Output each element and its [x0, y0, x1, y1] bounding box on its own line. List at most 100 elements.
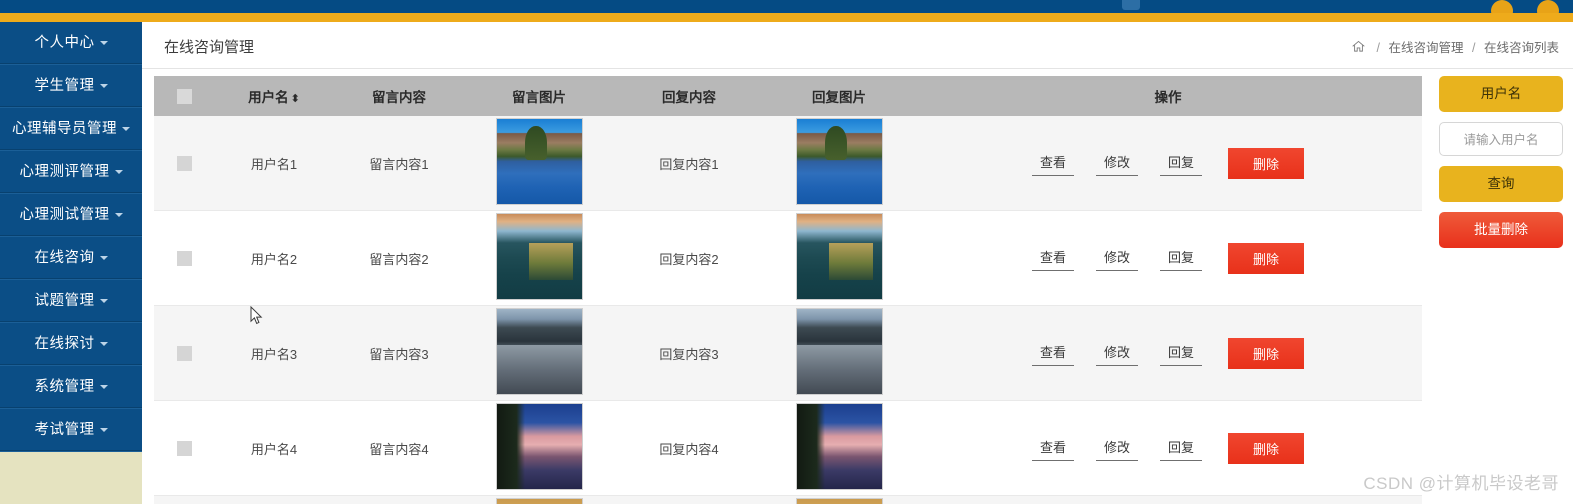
reply-button[interactable]: 回复	[1160, 340, 1203, 366]
batch-delete-button[interactable]: 批量删除	[1439, 212, 1563, 248]
home-icon[interactable]	[1352, 40, 1366, 56]
cell-message-image	[464, 210, 614, 306]
cell-reply-image	[764, 305, 914, 401]
breadcrumb-item-2: 在线咨询列表	[1483, 41, 1559, 55]
column-header-select-all[interactable]	[154, 76, 214, 116]
consultation-table: 用户名⬍ 留言内容 留言图片 回复内容 回复图片 操作 用户名1 留言内容1	[154, 76, 1422, 504]
row-select-cell[interactable]	[154, 495, 214, 504]
sidebar: 个人中心 学生管理 心理辅导员管理 心理测评管理 心理测试管理 在线咨询 试题管…	[0, 22, 142, 504]
message-image-thumbnail[interactable]	[495, 308, 583, 395]
column-label: 留言图片	[512, 90, 566, 105]
delete-button[interactable]: 删除	[1228, 147, 1305, 179]
chevron-down-icon	[99, 84, 108, 89]
header-badge-icon	[1122, 0, 1140, 10]
page-title: 在线咨询管理	[164, 39, 255, 56]
sidebar-item-online-consultation[interactable]: 在线咨询	[0, 237, 142, 280]
search-panel: 用户名 请输入用户名 查询 批量删除	[1439, 76, 1563, 258]
cell-operations: 查看 修改 回复 删除	[914, 495, 1422, 504]
breadcrumb-separator: /	[1376, 41, 1381, 55]
search-input[interactable]: 请输入用户名	[1439, 122, 1563, 156]
consultation-table-wrapper: 用户名⬍ 留言内容 留言图片 回复内容 回复图片 操作 用户名1 留言内容1	[154, 76, 1422, 504]
delete-button[interactable]: 删除	[1228, 337, 1305, 369]
column-header-reply-image: 回复图片	[764, 76, 914, 116]
message-image-thumbnail[interactable]	[495, 403, 583, 490]
message-image-thumbnail[interactable]	[495, 213, 583, 300]
sidebar-item-online-discussion[interactable]: 在线探讨	[0, 323, 142, 366]
sidebar-item-student-management[interactable]: 学生管理	[0, 65, 142, 108]
chevron-down-icon	[99, 256, 108, 261]
message-image-thumbnail[interactable]	[495, 498, 583, 504]
breadcrumb-item-1[interactable]: 在线咨询管理	[1389, 41, 1464, 55]
row-select-cell[interactable]	[154, 210, 214, 306]
reply-image-thumbnail[interactable]	[795, 403, 883, 490]
search-button[interactable]: 查询	[1439, 166, 1563, 202]
reply-button[interactable]: 回复	[1160, 435, 1203, 461]
app-window: 个人中心 学生管理 心理辅导员管理 心理测评管理 心理测试管理 在线咨询 试题管…	[0, 0, 1573, 504]
view-button[interactable]: 查看	[1031, 245, 1074, 271]
chevron-down-icon	[114, 170, 123, 175]
chevron-down-icon	[122, 127, 130, 132]
delete-button[interactable]: 删除	[1228, 432, 1305, 464]
delete-button[interactable]: 删除	[1228, 242, 1305, 274]
sidebar-item-label: 个人中心	[34, 35, 95, 51]
watermark: CSDN @计算机毕设老哥	[1363, 474, 1559, 493]
sidebar-item-question-management[interactable]: 试题管理	[0, 280, 142, 323]
reply-image-thumbnail[interactable]	[795, 118, 883, 205]
sidebar-item-label: 系统管理	[34, 379, 95, 395]
sort-updown-icon[interactable]: ⬍	[291, 94, 300, 105]
view-button[interactable]: 查看	[1031, 435, 1074, 461]
view-button[interactable]: 查看	[1031, 150, 1074, 176]
table-header-row: 用户名 ⬍ 留言内容 留言图片 回复内容 回复图片 操作	[154, 76, 1422, 116]
column-header-operations: 操作	[914, 76, 1422, 116]
table-row: 用户名2 留言内容2 回复内容2 查看 修改 回复 删除	[154, 210, 1422, 306]
cell-reply: 回复内容2	[614, 210, 764, 306]
reply-button[interactable]: 回复	[1160, 245, 1203, 271]
row-select-cell[interactable]	[154, 116, 214, 211]
reply-image-thumbnail[interactable]	[795, 213, 883, 300]
sidebar-item-exam-management[interactable]: 考试管理	[0, 409, 142, 452]
table-row: 用户名4 留言内容4 回复内容4 查看 修改 回复 删除	[154, 400, 1422, 496]
row-select-cell[interactable]	[154, 305, 214, 401]
chevron-down-icon	[114, 213, 123, 218]
row-actions: 查看 修改 回复 删除	[915, 147, 1421, 179]
reply-image-thumbnail[interactable]	[795, 308, 883, 395]
row-checkbox[interactable]	[176, 251, 192, 267]
row-select-cell[interactable]	[154, 400, 214, 496]
row-checkbox[interactable]	[176, 346, 192, 362]
table-body: 用户名1 留言内容1 回复内容1 查看 修改 回复 删除 用户名2 留言内容2 …	[154, 116, 1422, 504]
row-actions: 查看 修改 回复 删除	[915, 242, 1421, 274]
row-checkbox[interactable]	[176, 441, 192, 457]
table-row: 用户名1 留言内容1 回复内容1 查看 修改 回复 删除	[154, 116, 1422, 211]
view-button[interactable]: 查看	[1031, 340, 1074, 366]
column-header-username[interactable]: 用户名 ⬍	[214, 76, 334, 116]
column-label: 留言内容	[372, 90, 426, 105]
table-header: 用户名 ⬍ 留言内容 留言图片 回复内容 回复图片 操作	[154, 76, 1422, 116]
gold-divider	[0, 13, 1573, 22]
page-header: 在线咨询管理 / 在线咨询管理 / 在线咨询列表	[142, 22, 1573, 69]
cell-operations: 查看 修改 回复 删除	[914, 210, 1422, 306]
sidebar-item-test-management[interactable]: 心理测试管理	[0, 194, 142, 237]
message-image-thumbnail[interactable]	[495, 118, 583, 205]
column-label: 操作	[1154, 90, 1182, 105]
chevron-down-icon	[99, 41, 108, 46]
username-field-label-button[interactable]: 用户名	[1439, 76, 1563, 112]
sidebar-item-assessment-management[interactable]: 心理测评管理	[0, 151, 142, 194]
edit-button[interactable]: 修改	[1095, 150, 1138, 176]
select-all-checkbox[interactable]	[176, 88, 192, 104]
edit-button[interactable]: 修改	[1095, 435, 1138, 461]
sidebar-item-system-management[interactable]: 系统管理	[0, 366, 142, 409]
sidebar-item-personal-center[interactable]: 个人中心	[0, 22, 142, 65]
row-checkbox[interactable]	[176, 156, 192, 172]
reply-image-thumbnail[interactable]	[795, 498, 883, 504]
edit-button[interactable]: 修改	[1095, 340, 1138, 366]
column-header-reply: 回复内容	[614, 76, 764, 116]
column-header-message-image: 留言图片	[464, 76, 614, 116]
table-row: 用户名3 留言内容3 回复内容3 查看 修改 回复 删除	[154, 305, 1422, 401]
edit-button[interactable]: 修改	[1095, 245, 1138, 271]
row-actions: 查看 修改 回复 删除	[915, 337, 1421, 369]
cell-message-image	[464, 305, 614, 401]
sidebar-item-counselor-management[interactable]: 心理辅导员管理	[0, 108, 142, 151]
cell-operations: 查看 修改 回复 删除	[914, 400, 1422, 496]
cell-reply-image	[764, 116, 914, 211]
reply-button[interactable]: 回复	[1160, 150, 1203, 176]
